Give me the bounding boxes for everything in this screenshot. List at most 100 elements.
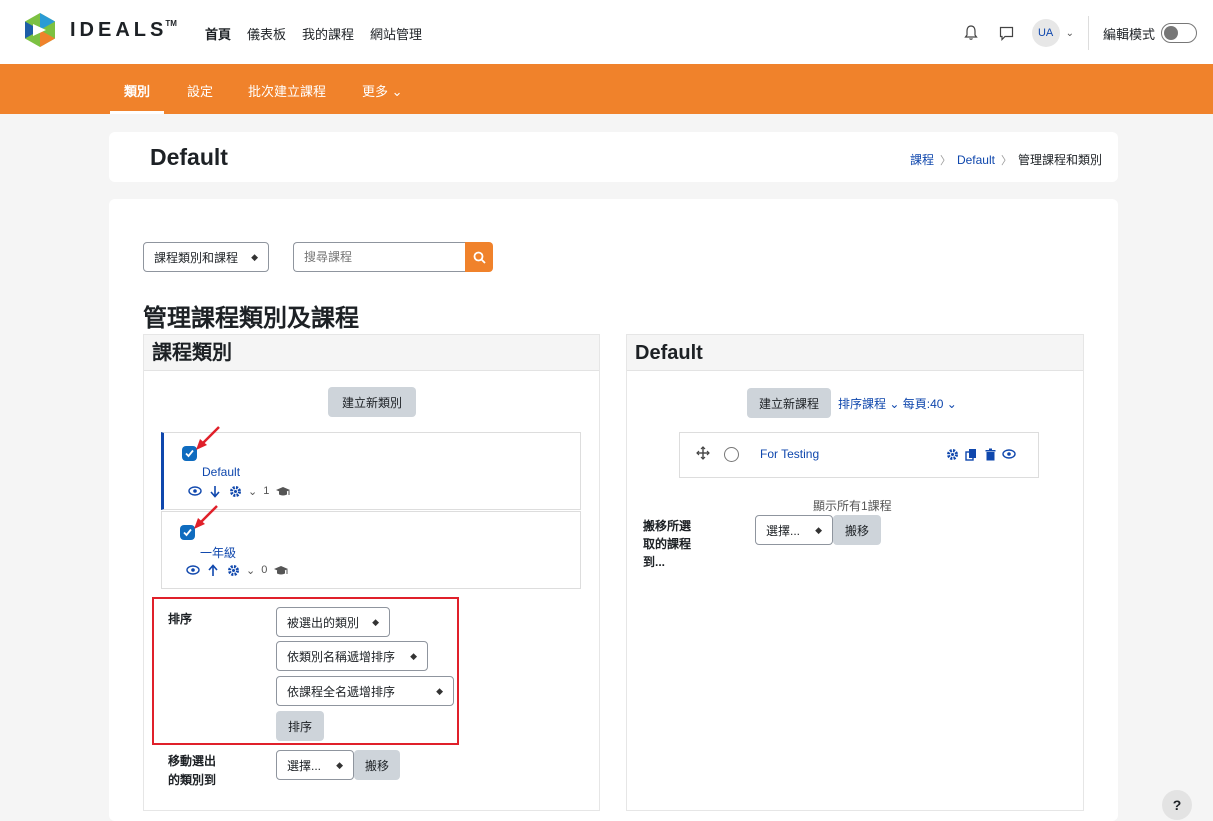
select-caret-icon: ◆ bbox=[815, 524, 822, 535]
brand-name: IDEALSTM bbox=[70, 18, 177, 41]
select-caret-icon: ◆ bbox=[436, 685, 443, 696]
search-scope-select[interactable]: 課程類別和課程 ◆ bbox=[143, 242, 269, 272]
divider bbox=[1087, 16, 1089, 50]
category-actions: ⌄ 1 bbox=[188, 484, 291, 498]
sort-button[interactable]: 排序 bbox=[276, 711, 324, 741]
check-icon bbox=[185, 449, 194, 458]
category-panel-title: 課程類別 bbox=[144, 335, 599, 371]
nav-right: UA ⌄ 編輯模式 bbox=[960, 16, 1197, 50]
copy-icon[interactable] bbox=[964, 447, 978, 461]
search-scope-value: 課程類別和課程 bbox=[154, 250, 239, 265]
category-name-link[interactable]: 一年級 bbox=[200, 544, 236, 561]
category-panel: 課程類別 建立新類別 Default ⌄ 1 一年級 ⌄ 0 排序 被選出的類別… bbox=[143, 334, 600, 811]
sort-target-select[interactable]: 被選出的類別 ◆ bbox=[276, 607, 390, 637]
tab-categories[interactable]: 類別 bbox=[124, 81, 150, 100]
category-item-grade1: 一年級 ⌄ 0 bbox=[161, 505, 581, 589]
create-category-button[interactable]: 建立新類別 bbox=[328, 387, 416, 417]
search-button[interactable] bbox=[465, 242, 493, 272]
sort-categories-value: 依類別名稱遞增排序 bbox=[287, 649, 396, 664]
site-logo[interactable]: IDEALSTM bbox=[22, 12, 177, 48]
user-avatar[interactable]: UA bbox=[1031, 19, 1060, 47]
course-count-summary: 顯示所有1課程 bbox=[813, 499, 892, 513]
move-categories-value: 選擇... bbox=[287, 758, 322, 773]
red-arrow-annotation-icon bbox=[194, 505, 218, 529]
chevron-down-icon[interactable]: ⌄ bbox=[1066, 28, 1074, 39]
chevron-down-icon[interactable]: ⌄ bbox=[246, 564, 255, 577]
select-caret-icon: ◆ bbox=[251, 251, 258, 262]
help-button[interactable]: ? bbox=[1162, 790, 1192, 820]
bell-icon[interactable] bbox=[960, 22, 982, 44]
move-courses-select[interactable]: 選擇... ◆ bbox=[755, 515, 833, 545]
gear-icon[interactable] bbox=[226, 563, 240, 577]
chevron-down-icon[interactable]: ⌄ bbox=[889, 397, 899, 411]
category-item-default: Default ⌄ 1 bbox=[161, 426, 581, 510]
menu-home[interactable]: 首頁 bbox=[205, 24, 231, 43]
menu-dashboard[interactable]: 儀表板 bbox=[247, 24, 286, 43]
edit-mode-label: 編輯模式 bbox=[1102, 26, 1155, 42]
search-input[interactable] bbox=[293, 242, 465, 272]
sort-courses-value: 依課程全名遞增排序 bbox=[287, 684, 396, 699]
tab-bulk-create[interactable]: 批次建立課程 bbox=[248, 81, 326, 100]
chevron-right-icon: 〉 bbox=[939, 154, 951, 167]
move-courses-label-line2: 取的課程 bbox=[643, 537, 692, 551]
gear-icon[interactable] bbox=[228, 484, 242, 498]
trash-icon[interactable] bbox=[983, 447, 997, 461]
eye-icon[interactable] bbox=[188, 484, 202, 498]
course-name-link[interactable]: For Testing bbox=[760, 447, 819, 461]
main-menu: 首頁 儀表板 我的課程 網站管理 bbox=[205, 24, 422, 43]
graduation-cap-icon bbox=[275, 484, 291, 498]
page-title: Default bbox=[150, 144, 228, 170]
course-list-options: 排序課程 ⌄ 每頁:40 ⌄ bbox=[838, 395, 957, 412]
arrow-up-icon[interactable] bbox=[206, 563, 220, 577]
toggle-knob bbox=[1164, 26, 1178, 40]
check-icon bbox=[183, 528, 192, 537]
page-header: Default 課程 〉 Default 〉 管理課程和類別 bbox=[109, 132, 1118, 182]
select-caret-icon: ◆ bbox=[410, 650, 417, 661]
move-categories-select[interactable]: 選擇... ◆ bbox=[276, 750, 354, 780]
edit-mode-toggle[interactable] bbox=[1161, 23, 1197, 43]
chevron-right-icon: 〉 bbox=[1000, 154, 1012, 167]
move-courses-button[interactable]: 搬移 bbox=[833, 515, 881, 545]
arrow-down-icon[interactable] bbox=[208, 484, 222, 498]
create-course-button[interactable]: 建立新課程 bbox=[747, 388, 831, 418]
course-count: 0 bbox=[261, 564, 268, 576]
chevron-down-icon[interactable]: ⌄ bbox=[947, 397, 957, 411]
menu-my-courses[interactable]: 我的課程 bbox=[302, 24, 354, 43]
active-tab-indicator bbox=[110, 111, 164, 114]
per-page-link[interactable]: 每頁:40 bbox=[903, 397, 944, 411]
eye-icon[interactable] bbox=[1002, 447, 1016, 461]
move-categories-label-line1: 移動選出 bbox=[168, 754, 217, 768]
course-panel-title: Default bbox=[627, 335, 1083, 371]
sort-courses-link[interactable]: 排序課程 bbox=[838, 397, 886, 411]
category-name-link[interactable]: Default bbox=[202, 465, 240, 479]
chevron-down-icon[interactable]: ⌄ bbox=[248, 485, 257, 498]
category-actions: ⌄ 0 bbox=[186, 563, 289, 577]
course-select-radio[interactable] bbox=[724, 447, 739, 462]
course-count: 1 bbox=[263, 485, 270, 497]
gear-icon[interactable] bbox=[945, 447, 959, 461]
breadcrumb-courses[interactable]: 課程 bbox=[910, 151, 934, 168]
course-panel: Default 建立新課程 排序課程 ⌄ 每頁:40 ⌄ For Testing… bbox=[626, 334, 1084, 811]
sort-label: 排序 bbox=[168, 612, 193, 626]
eye-icon[interactable] bbox=[186, 563, 200, 577]
sort-courses-select[interactable]: 依課程全名遞增排序 ◆ bbox=[276, 676, 454, 706]
page-heading: 管理課程類別及課程 bbox=[143, 305, 359, 332]
breadcrumb-default[interactable]: Default bbox=[957, 153, 995, 167]
red-arrow-annotation-icon bbox=[196, 426, 220, 450]
course-item: For Testing bbox=[679, 432, 1039, 478]
message-icon[interactable] bbox=[996, 22, 1018, 44]
move-courses-label-line3: 到... bbox=[643, 555, 666, 569]
top-navbar: IDEALSTM 首頁 儀表板 我的課程 網站管理 UA ⌄ 編輯模式 bbox=[0, 0, 1213, 64]
move-handle-icon[interactable] bbox=[696, 446, 710, 463]
tab-settings[interactable]: 設定 bbox=[187, 81, 213, 100]
move-categories-button[interactable]: 搬移 bbox=[354, 750, 400, 780]
select-caret-icon: ◆ bbox=[336, 759, 343, 770]
breadcrumb-current: 管理課程和類別 bbox=[1017, 153, 1102, 167]
move-courses-label-line1: 搬移所選 bbox=[643, 519, 692, 533]
menu-site-admin[interactable]: 網站管理 bbox=[370, 24, 422, 43]
course-search bbox=[293, 242, 493, 272]
tab-more[interactable]: 更多 ⌄ bbox=[362, 81, 403, 100]
course-actions bbox=[945, 447, 1016, 461]
move-categories-label-line2: 的類別到 bbox=[168, 773, 217, 787]
sort-categories-select[interactable]: 依類別名稱遞增排序 ◆ bbox=[276, 641, 428, 671]
